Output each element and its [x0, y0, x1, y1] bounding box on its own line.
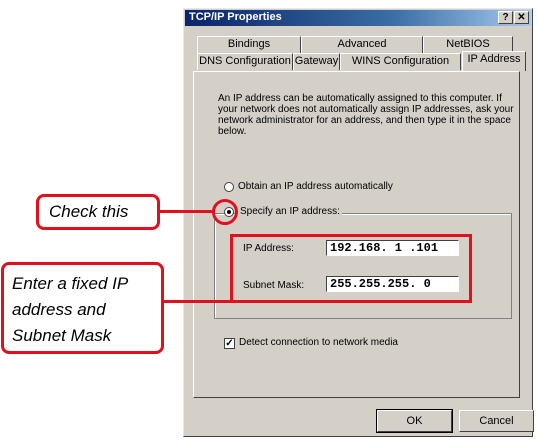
- obtain-ip-label[interactable]: Obtain an IP address automatically: [238, 181, 393, 192]
- close-button[interactable]: ✕: [514, 11, 529, 24]
- detect-media-label[interactable]: Detect connection to network media: [239, 337, 398, 348]
- tab-advanced[interactable]: Advanced: [301, 36, 423, 53]
- enter-ip-connector: [163, 300, 231, 303]
- detect-media-checkbox[interactable]: ✓: [224, 338, 235, 349]
- help-button[interactable]: ?: [498, 11, 513, 24]
- cancel-button[interactable]: Cancel: [459, 410, 534, 432]
- specify-ip-label[interactable]: Specify an IP address:: [238, 206, 342, 217]
- enter-ip-callout-line3: Subnet Mask: [12, 326, 112, 345]
- enter-ip-callout-line1: Enter a fixed IP: [12, 274, 129, 293]
- tab-ip-address[interactable]: IP Address: [462, 51, 526, 71]
- title-bar[interactable]: TCP/IP Properties ? ✕: [185, 10, 531, 26]
- enter-ip-callout-line2: address and: [12, 300, 106, 319]
- specify-ip-highlight-circle: [212, 199, 238, 225]
- tab-dns-configuration[interactable]: DNS Configuration: [197, 53, 293, 70]
- window-title: TCP/IP Properties: [189, 11, 282, 23]
- obtain-ip-radio[interactable]: [224, 182, 234, 192]
- ok-button[interactable]: OK: [376, 409, 453, 433]
- tab-gateway[interactable]: Gateway: [293, 53, 340, 70]
- tab-bindings[interactable]: Bindings: [197, 36, 301, 53]
- tab-wins-configuration[interactable]: WINS Configuration: [340, 53, 461, 70]
- ip-fields-highlight-box: [230, 234, 472, 303]
- check-this-connector: [158, 210, 213, 213]
- ip-description: An IP address can be automatically assig…: [218, 93, 514, 137]
- check-this-callout: Check this: [36, 194, 160, 230]
- enter-ip-callout: Enter a fixed IP address and Subnet Mask: [1, 262, 164, 354]
